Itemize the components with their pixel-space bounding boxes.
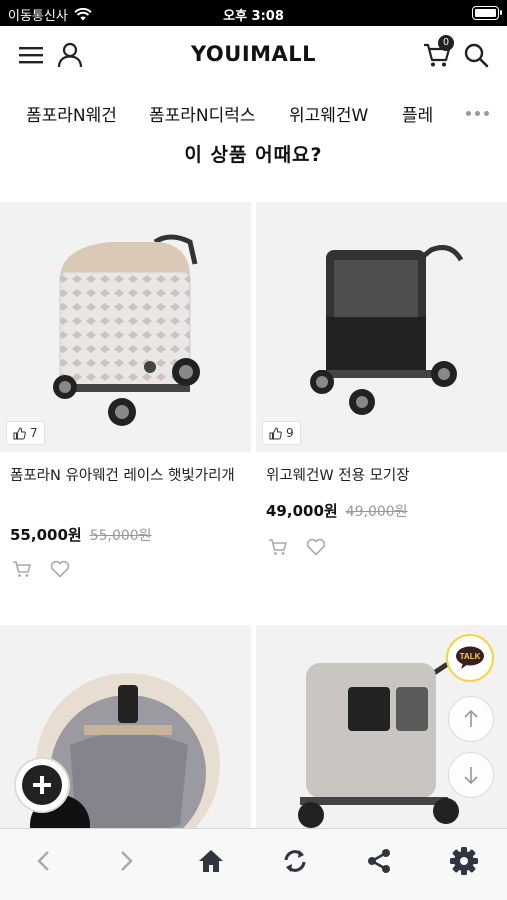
category-tab[interactable]: 플레 bbox=[402, 101, 433, 126]
category-tab[interactable]: 폼포라N웨건 bbox=[26, 101, 117, 126]
kakao-talk-button[interactable]: TALK bbox=[446, 634, 494, 682]
bottom-toolbar bbox=[0, 828, 507, 900]
thumbs-up-icon bbox=[13, 426, 26, 439]
carrier-name: 이동통신사 bbox=[8, 9, 68, 24]
refresh-button[interactable] bbox=[275, 843, 315, 879]
product-card[interactable]: 7 폼포라N 유아웨건 레이스 햇빛가리개 55,000원 55,000원 bbox=[0, 202, 251, 602]
chevron-right-icon bbox=[121, 851, 133, 871]
back-button[interactable] bbox=[23, 843, 63, 879]
logo-text[interactable]: YOUIMALL bbox=[191, 42, 316, 66]
carrier-info: 이동통신사 bbox=[8, 5, 92, 24]
search-button[interactable] bbox=[461, 40, 491, 70]
category-nav: 폼포라N웨건 폼포라N디럭스 위고웨건W 플레 bbox=[0, 84, 507, 140]
product-image[interactable]: 7 bbox=[0, 202, 251, 452]
product-name[interactable]: 폼포라N 유아웨건 레이스 햇빛가리개 bbox=[10, 464, 242, 488]
product-card[interactable]: 9 위고웨건W 전용 모기장 49,000원 49,000원 bbox=[256, 202, 507, 602]
sale-price: 55,000원 bbox=[10, 526, 82, 544]
settings-button[interactable] bbox=[444, 843, 484, 879]
home-icon bbox=[199, 850, 223, 872]
category-tab[interactable]: 폼포라N디럭스 bbox=[149, 101, 256, 126]
hamburger-icon bbox=[19, 47, 43, 64]
plus-icon bbox=[22, 765, 62, 805]
account-button[interactable] bbox=[55, 40, 85, 70]
battery-icon bbox=[472, 6, 502, 20]
talk-label: TALK bbox=[460, 652, 481, 661]
section-title: 이 상품 어때요? bbox=[184, 144, 323, 166]
like-count: 9 bbox=[286, 426, 294, 440]
arrow-down-icon bbox=[464, 767, 478, 785]
wagon-mosquito-net-image bbox=[310, 245, 464, 415]
sale-price: 49,000원 bbox=[266, 502, 338, 520]
cart-button[interactable]: 0 bbox=[422, 35, 454, 70]
original-price: 55,000원 bbox=[89, 528, 152, 544]
arrow-up-icon bbox=[464, 709, 478, 727]
share-button[interactable] bbox=[359, 843, 399, 879]
wishlist-heart-icon[interactable] bbox=[50, 560, 70, 578]
share-icon bbox=[368, 849, 390, 873]
product-image[interactable]: 9 bbox=[256, 202, 507, 452]
header: YOUIMALL 0 bbox=[0, 26, 507, 84]
scroll-up-button[interactable] bbox=[448, 696, 494, 742]
home-button[interactable] bbox=[191, 843, 231, 879]
original-price: 49,000원 bbox=[345, 504, 408, 520]
product-actions bbox=[12, 560, 70, 578]
wifi-icon bbox=[74, 8, 92, 21]
more-categories-button[interactable] bbox=[457, 98, 497, 128]
category-tab[interactable]: 위고웨건W bbox=[289, 101, 368, 126]
search-icon bbox=[464, 43, 489, 68]
more-dots-icon bbox=[465, 110, 471, 116]
wishlist-heart-icon[interactable] bbox=[306, 538, 326, 556]
thumbs-up-icon bbox=[269, 426, 282, 439]
price-row: 55,000원 55,000원 bbox=[10, 524, 152, 545]
quick-menu-button[interactable] bbox=[16, 759, 68, 811]
refresh-icon bbox=[284, 850, 306, 872]
wagon-cover-image bbox=[53, 234, 200, 426]
product-actions bbox=[268, 538, 326, 556]
chevron-left-icon bbox=[37, 851, 49, 871]
forward-button[interactable] bbox=[107, 843, 147, 879]
add-to-cart-icon[interactable] bbox=[12, 560, 32, 578]
price-row: 49,000원 49,000원 bbox=[266, 500, 408, 521]
user-icon bbox=[57, 42, 83, 68]
talk-bubble-icon: TALK bbox=[456, 646, 484, 669]
gear-icon bbox=[450, 847, 478, 875]
add-to-cart-icon[interactable] bbox=[268, 538, 288, 556]
menu-button[interactable] bbox=[16, 40, 46, 70]
like-count: 7 bbox=[30, 426, 38, 440]
like-count-badge: 9 bbox=[262, 421, 301, 445]
product-name[interactable]: 위고웨건W 전용 모기장 bbox=[266, 464, 498, 488]
status-bar: 이동통신사 오후 3:08 bbox=[0, 0, 507, 26]
scroll-down-button[interactable] bbox=[448, 752, 494, 798]
like-count-badge: 7 bbox=[6, 421, 45, 445]
cart-count-badge: 0 bbox=[438, 35, 454, 51]
